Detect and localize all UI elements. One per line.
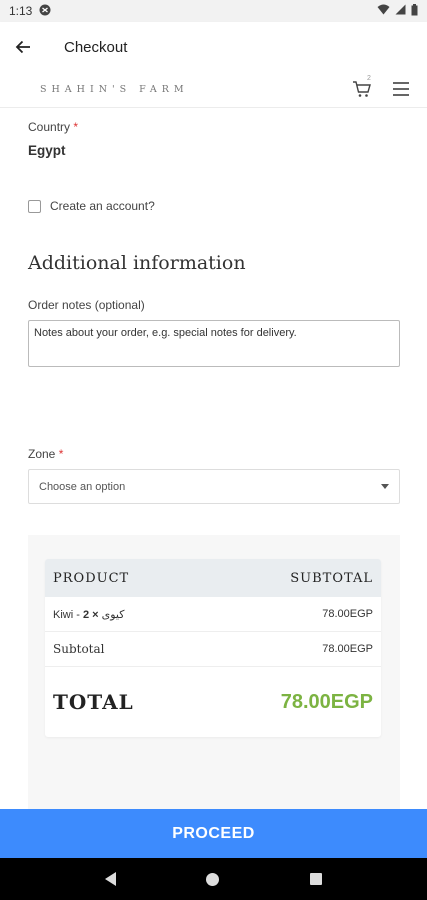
total-label: TOTAL	[53, 690, 134, 714]
status-time: 1:13	[9, 4, 33, 18]
table-header-row: PRODUCT SUBTOTAL	[45, 559, 381, 597]
app-notification-icon	[39, 4, 51, 19]
nav-back-icon[interactable]	[105, 872, 117, 886]
signal-icon	[395, 4, 406, 18]
column-header-product: PRODUCT	[53, 570, 130, 586]
battery-icon	[411, 3, 418, 19]
brand-logo[interactable]: SHAHIN'S FARM	[40, 84, 189, 95]
country-label: Country *	[28, 120, 78, 134]
nav-recents-icon[interactable]	[309, 873, 322, 885]
country-label-text: Country	[28, 120, 71, 134]
required-mark: *	[73, 120, 79, 134]
column-header-subtotal: SUBTOTAL	[290, 570, 373, 586]
line-item-product: Kiwi - كيوى × 2	[53, 608, 124, 621]
subtotal-label: Subtotal	[53, 642, 105, 656]
nav-home-icon[interactable]	[206, 872, 220, 886]
required-mark: *	[58, 447, 64, 461]
zone-label: Zone *	[28, 447, 63, 461]
page-title: Checkout	[64, 38, 128, 56]
wifi-icon	[377, 4, 390, 18]
order-notes-textarea[interactable]: Notes about your order, e.g. special not…	[28, 320, 400, 367]
zone-label-text: Zone	[28, 447, 56, 461]
subtotal-row: Subtotal 78.00EGP	[45, 632, 381, 667]
system-nav-bar	[0, 858, 427, 900]
cart-icon	[353, 81, 371, 97]
table-row: Kiwi - كيوى × 2 78.00EGP	[45, 597, 381, 632]
arrow-left-icon	[15, 40, 30, 54]
create-account-label: Create an account?	[50, 199, 155, 213]
line-item-quantity: × 2	[82, 608, 99, 621]
create-account-checkbox[interactable]	[28, 199, 41, 213]
hamburger-menu-icon	[393, 82, 409, 96]
order-notes-label: Order notes (optional)	[28, 298, 145, 312]
section-title: Additional information	[28, 252, 246, 274]
menu-button[interactable]	[392, 81, 410, 99]
proceed-button[interactable]: PROCEED	[0, 809, 427, 858]
caret-down-icon	[381, 484, 389, 489]
order-summary-table: PRODUCT SUBTOTAL Kiwi - كيوى × 2 78.00EG…	[45, 559, 381, 737]
zone-select[interactable]: Choose an option	[28, 469, 400, 504]
cart-count-badge: 2	[367, 75, 371, 82]
cart-button[interactable]	[352, 79, 374, 101]
order-summary: PRODUCT SUBTOTAL Kiwi - كيوى × 2 78.00EG…	[28, 535, 400, 815]
total-row: TOTAL 78.00EGP	[45, 667, 381, 737]
status-bar: 1:13	[0, 0, 427, 22]
back-button[interactable]	[0, 22, 46, 72]
line-item-subtotal: 78.00EGP	[322, 608, 373, 620]
total-value: 78.00EGP	[280, 690, 373, 713]
app-bar: Checkout	[0, 22, 427, 72]
create-account-row[interactable]: Create an account?	[28, 199, 155, 213]
zone-select-value: Choose an option	[39, 480, 126, 493]
subtotal-value: 78.00EGP	[322, 643, 373, 655]
site-header: SHAHIN'S FARM 2	[0, 72, 427, 108]
country-value: Egypt	[28, 143, 66, 158]
